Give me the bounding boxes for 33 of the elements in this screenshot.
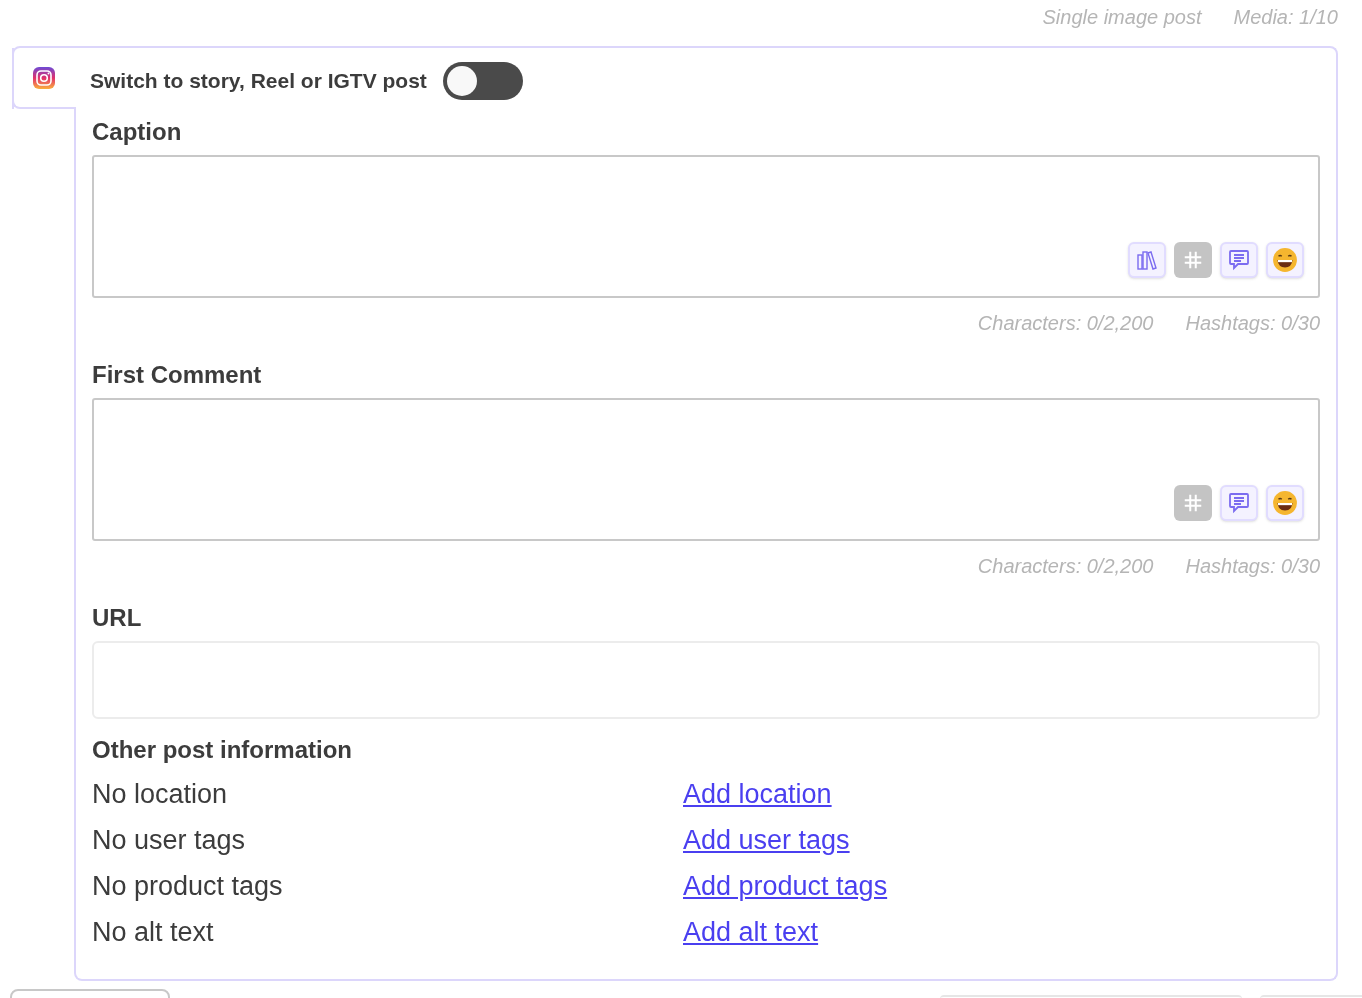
books-icon [1135,248,1159,272]
smiley-icon [1272,247,1298,273]
hashtag-icon [1182,249,1204,271]
camera-app-icon [32,66,56,90]
field-label: URL [92,603,143,633]
info-status: No alt text [92,915,215,949]
hashtag-count: Hashtags: 0/30 [1185,554,1320,579]
smiley-icon [1272,490,1298,516]
info-status: No product tags [92,869,284,903]
add-link[interactable]: Add product tags [683,865,888,907]
switch-label: Switch to story, Reel or IGTV post [90,68,427,95]
story-toggle[interactable] [442,62,523,100]
post-type-label: Single image post [1042,5,1202,30]
emoji-tool-button[interactable] [1266,485,1304,521]
add-link[interactable]: Add user tags [683,819,850,861]
speech-bubble-icon [1227,248,1251,272]
info-status: No user tags [92,823,247,857]
section-title: Other post information [92,735,353,765]
info-status: No location [92,777,229,811]
comment-tool-button[interactable] [1220,242,1258,278]
library-tool-button[interactable] [1128,242,1166,278]
character-count: Characters: 0/2,200 [977,554,1154,579]
hashtag-count: Hashtags: 0/30 [1185,311,1320,336]
emoji-tool-button[interactable] [1266,242,1304,278]
speech-bubble-icon [1227,491,1251,515]
add-link[interactable]: Add location [683,773,832,815]
comment-tool-button[interactable] [1220,485,1258,521]
field-label: Caption [92,117,183,147]
field-label: First Comment [92,360,263,390]
media-count: Media: 1/10 [1233,5,1338,30]
hashtag-icon [1182,492,1204,514]
add-link[interactable]: Add alt text [683,911,819,953]
character-count: Characters: 0/2,200 [977,311,1154,336]
